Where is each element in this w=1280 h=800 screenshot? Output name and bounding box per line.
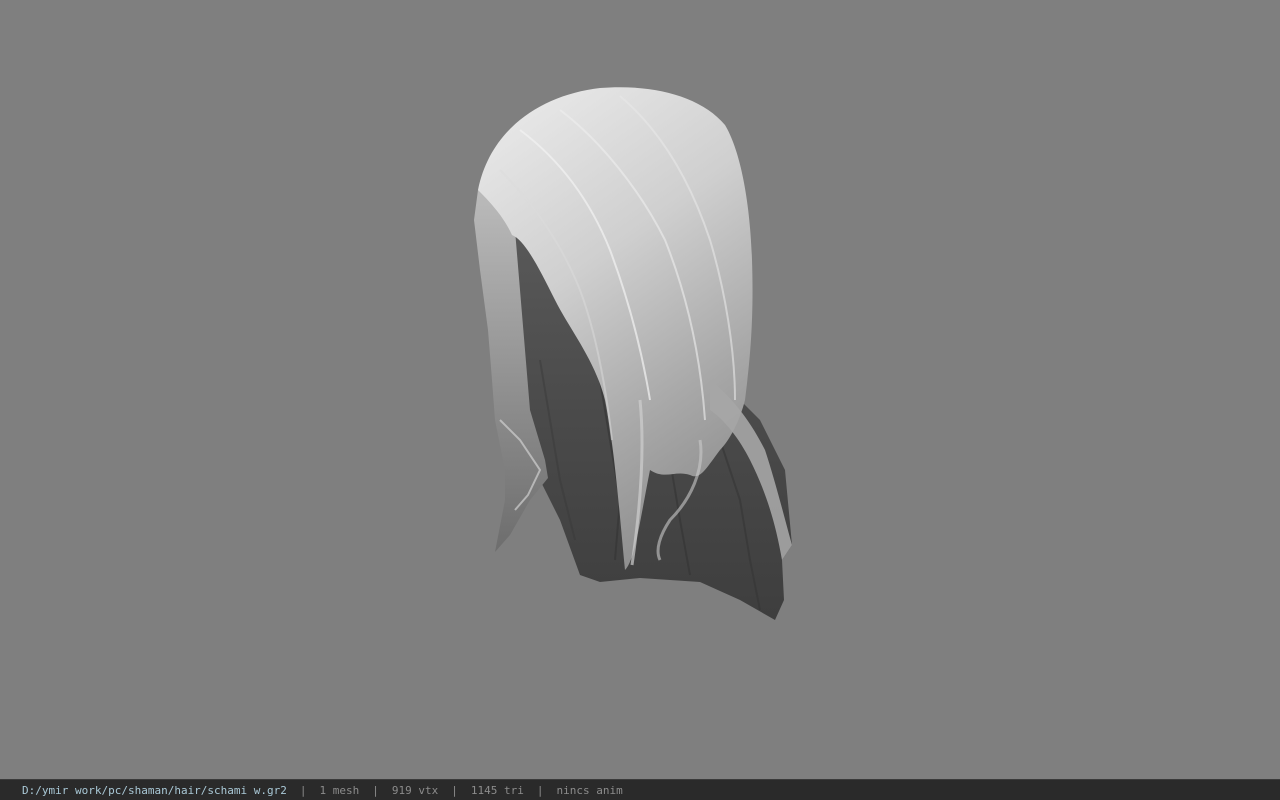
3d-viewport[interactable] — [0, 0, 1280, 779]
file-path: D:/ymir work/pc/shaman/hair/schami w.gr2 — [22, 783, 287, 797]
separator: | — [536, 783, 544, 797]
mesh-count: 1 mesh — [319, 783, 360, 797]
animation-info: nincs anim — [556, 783, 623, 797]
status-bar: D:/ymir work/pc/shaman/hair/schami w.gr2… — [0, 779, 1280, 800]
triangle-count: 1145 tri — [470, 783, 524, 797]
separator: | — [451, 783, 458, 797]
vertex-count: 919 vtx — [391, 783, 439, 797]
separator: | — [372, 783, 379, 797]
separator: | — [299, 783, 307, 797]
hair-model[interactable] — [0, 0, 1280, 779]
